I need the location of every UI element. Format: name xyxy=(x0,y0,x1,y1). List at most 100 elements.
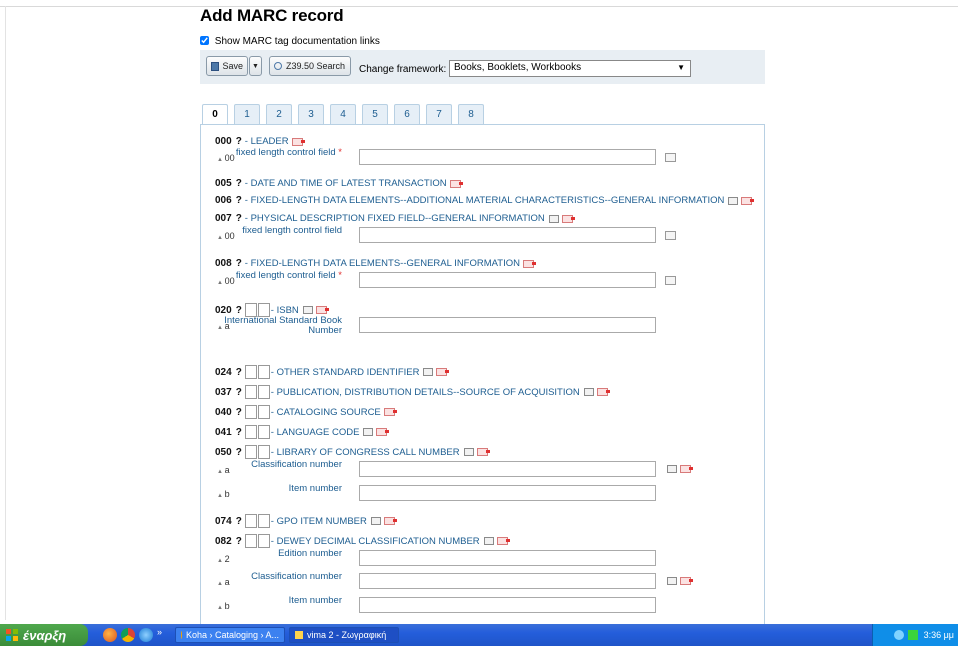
tag-help-link[interactable]: ? xyxy=(236,447,242,458)
indicator-1-input[interactable] xyxy=(244,385,257,399)
tag-name-link[interactable]: - DATE AND TIME OF LATEST TRANSACTION xyxy=(245,178,447,189)
tag-help-link[interactable]: ? xyxy=(236,178,242,189)
subfield-input-000-00[interactable] xyxy=(359,149,656,165)
start-button[interactable]: έναρξη xyxy=(0,624,88,646)
indicator-2-input[interactable] xyxy=(257,514,270,528)
tab-6[interactable]: 6 xyxy=(394,104,420,124)
clone-tag-icon[interactable] xyxy=(423,368,434,376)
tag-help-link[interactable]: ? xyxy=(236,367,242,378)
indicator-1-input[interactable] xyxy=(244,365,257,379)
delete-subfield-icon[interactable] xyxy=(680,465,693,473)
tag-name-link[interactable]: - FIXED-LENGTH DATA ELEMENTS--ADDITIONAL… xyxy=(245,195,725,206)
subfield-input-082-a[interactable] xyxy=(359,573,656,589)
tag-help-link[interactable]: ? xyxy=(236,427,242,438)
delete-tag-icon[interactable] xyxy=(376,428,390,436)
delete-tag-icon[interactable] xyxy=(315,306,329,314)
tag-name-link[interactable]: - FIXED-LENGTH DATA ELEMENTS--GENERAL IN… xyxy=(245,258,520,269)
tag-help-link[interactable]: ? xyxy=(236,258,242,269)
indicator-2-input[interactable] xyxy=(257,445,270,459)
framework-select[interactable]: Books, Booklets, Workbooks ▼ xyxy=(449,60,691,77)
delete-tag-icon[interactable] xyxy=(476,448,490,456)
tag-help-link[interactable]: ? xyxy=(236,536,242,547)
tag-name-link[interactable]: - PHYSICAL DESCRIPTION FIXED FIELD--GENE… xyxy=(245,213,545,224)
indicator-2-input[interactable] xyxy=(257,405,270,419)
clone-tag-icon[interactable] xyxy=(483,537,494,545)
delete-tag-icon[interactable] xyxy=(436,368,450,376)
tag-name-link[interactable]: - GPO ITEM NUMBER xyxy=(271,516,367,527)
plugin-edit-icon[interactable] xyxy=(665,231,676,240)
tag-help-link[interactable]: ? xyxy=(236,213,242,224)
taskbar-item-paint[interactable]: vima 2 - Ζωγραφική xyxy=(289,627,399,643)
subfield-input-050-b[interactable] xyxy=(359,485,656,501)
tab-3[interactable]: 3 xyxy=(298,104,324,124)
ie-icon[interactable] xyxy=(139,628,153,642)
delete-tag-icon[interactable] xyxy=(383,408,397,416)
tab-5[interactable]: 5 xyxy=(362,104,388,124)
indicator-2-input[interactable] xyxy=(257,385,270,399)
indicator-2-input[interactable] xyxy=(257,365,270,379)
tag-name-link[interactable]: - LEADER xyxy=(245,136,289,147)
subfield-input-082-2[interactable] xyxy=(359,550,656,566)
subfield-input-020-a[interactable] xyxy=(359,317,656,333)
tag-name-link[interactable]: - OTHER STANDARD IDENTIFIER xyxy=(271,367,420,378)
plugin-edit-icon[interactable] xyxy=(665,276,676,285)
tab-4[interactable]: 4 xyxy=(330,104,356,124)
tag-name-link[interactable]: - DEWEY DECIMAL CLASSIFICATION NUMBER xyxy=(271,536,480,547)
delete-tag-icon[interactable] xyxy=(449,179,463,188)
show-doc-checkbox[interactable] xyxy=(200,36,209,45)
z3950-search-button[interactable]: Z39.50 Search xyxy=(269,56,351,76)
firefox-icon[interactable] xyxy=(103,628,117,642)
indicator-1-input[interactable] xyxy=(244,445,257,459)
clone-subfield-icon[interactable] xyxy=(667,465,677,473)
tag-name-link[interactable]: - LIBRARY OF CONGRESS CALL NUMBER xyxy=(271,447,460,458)
tab-1[interactable]: 1 xyxy=(234,104,260,124)
subfield-input-082-b[interactable] xyxy=(359,597,656,613)
tag-name-link[interactable]: - PUBLICATION, DISTRIBUTION DETAILS--SOU… xyxy=(271,387,580,398)
subfield-input-008-00[interactable] xyxy=(359,272,656,288)
delete-tag-icon[interactable] xyxy=(291,137,305,146)
tag-name-link[interactable]: - LANGUAGE CODE xyxy=(271,427,360,438)
delete-subfield-icon[interactable] xyxy=(680,577,693,585)
subfield-input-050-a[interactable] xyxy=(359,461,656,477)
save-button[interactable]: Save xyxy=(206,56,248,76)
delete-tag-icon[interactable] xyxy=(596,388,610,396)
tag-help-link[interactable]: ? xyxy=(236,195,242,206)
clone-tag-icon[interactable] xyxy=(728,196,739,205)
save-dropdown-button[interactable]: ▼ xyxy=(249,56,262,76)
clone-tag-icon[interactable] xyxy=(463,448,474,456)
chevron-right-icon[interactable]: » xyxy=(157,627,162,637)
tag-help-link[interactable]: ? xyxy=(236,516,242,527)
delete-tag-icon[interactable] xyxy=(383,517,397,525)
clone-tag-icon[interactable] xyxy=(302,306,313,314)
clone-tag-icon[interactable] xyxy=(363,428,374,436)
clone-tag-icon[interactable] xyxy=(583,388,594,396)
delete-tag-icon[interactable] xyxy=(522,259,536,268)
tab-2[interactable]: 2 xyxy=(266,104,292,124)
network-icon[interactable] xyxy=(893,630,904,640)
indicator-1-input[interactable] xyxy=(244,534,257,548)
indicator-2-input[interactable] xyxy=(257,425,270,439)
indicator-1-input[interactable] xyxy=(244,514,257,528)
signal-icon[interactable] xyxy=(907,630,918,640)
delete-tag-icon[interactable] xyxy=(561,214,575,223)
chrome-icon[interactable] xyxy=(121,628,135,642)
clone-tag-icon[interactable] xyxy=(370,517,381,525)
indicator-1-input[interactable] xyxy=(244,425,257,439)
tag-name-link[interactable]: - ISBN xyxy=(271,305,299,316)
delete-tag-icon[interactable] xyxy=(741,196,755,205)
tag-help-link[interactable]: ? xyxy=(236,387,242,398)
taskbar-item-koha[interactable]: Koha › Cataloging › A... xyxy=(175,627,285,643)
tag-help-link[interactable]: ? xyxy=(236,407,242,418)
tag-help-link[interactable]: ? xyxy=(236,305,242,316)
plugin-edit-icon[interactable] xyxy=(665,153,676,162)
tab-7[interactable]: 7 xyxy=(426,104,452,124)
delete-tag-icon[interactable] xyxy=(496,537,510,545)
tag-help-link[interactable]: ? xyxy=(236,136,242,147)
subfield-input-007-00[interactable] xyxy=(359,227,656,243)
tab-0[interactable]: 0 xyxy=(202,104,228,125)
indicator-1-input[interactable] xyxy=(244,405,257,419)
indicator-2-input[interactable] xyxy=(257,534,270,548)
tab-8[interactable]: 8 xyxy=(458,104,484,124)
tag-name-link[interactable]: - CATALOGING SOURCE xyxy=(271,407,381,418)
clone-tag-icon[interactable] xyxy=(548,214,559,223)
